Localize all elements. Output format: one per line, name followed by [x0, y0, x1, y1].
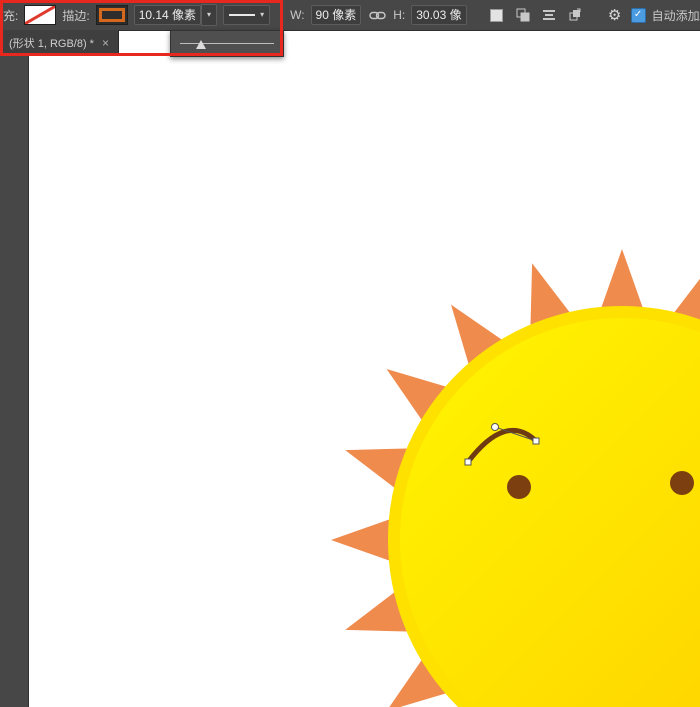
document-tab-title: (形状 1, RGB/8) * [9, 35, 94, 51]
link-dimensions-button[interactable] [367, 4, 387, 26]
shape-width-input[interactable]: 90 像素 [311, 5, 362, 25]
stroke-label: 描边: [62, 7, 89, 24]
stroke-width-slider-popup [170, 30, 284, 57]
pen-anchor-point[interactable] [465, 459, 471, 465]
sun-eye [670, 471, 694, 495]
sun-body [394, 312, 700, 707]
solid-line-sample-icon [229, 14, 255, 16]
gear-icon: ⚙ [608, 6, 621, 24]
pen-direction-handle[interactable] [492, 424, 499, 431]
canvas[interactable] [28, 56, 700, 707]
fill-label: 充: [3, 7, 18, 24]
stroke-width-dropdown-button[interactable]: ▾ [201, 4, 217, 26]
pen-anchor-point[interactable] [533, 438, 539, 444]
stroke-color-ring-icon [99, 8, 125, 22]
stroke-type-dropdown[interactable]: ▾ [223, 5, 270, 25]
shape-mode-button[interactable] [487, 4, 507, 26]
fill-color-swatch[interactable] [24, 5, 56, 25]
path-operations-button[interactable] [513, 4, 533, 26]
tools-panel-edge [0, 56, 29, 707]
path-arrangement-icon [568, 8, 582, 22]
path-alignment-button[interactable] [539, 4, 559, 26]
close-icon[interactable]: × [102, 36, 109, 50]
slider-track[interactable] [180, 43, 274, 44]
height-label: H: [393, 8, 405, 22]
link-icon [369, 10, 386, 21]
auto-add-delete-checkbox[interactable]: ✓ [631, 8, 646, 23]
slider-handle[interactable] [196, 40, 206, 49]
width-label: W: [290, 8, 304, 22]
pen-options-gear-button[interactable]: ⚙ [605, 4, 625, 26]
path-operations-icon [516, 8, 530, 22]
sun-eye [507, 475, 531, 499]
chevron-down-icon: ▾ [207, 11, 211, 19]
stroke-color-swatch[interactable] [96, 5, 128, 25]
document-tab[interactable]: (形状 1, RGB/8) * × [0, 30, 119, 56]
stroke-width-input[interactable]: 10.14 像素 [134, 5, 201, 25]
auto-add-delete-label: 自动添加/删除 [652, 7, 700, 24]
path-arrangement-button[interactable] [565, 4, 585, 26]
shape-square-icon [490, 9, 503, 22]
path-alignment-icon [542, 9, 556, 21]
no-color-diagonal-icon [24, 5, 56, 25]
photoshop-window: 充: 描边: 10.14 像素 ▾ ▾ W: 90 像素 H: 30.03 像 [0, 0, 700, 707]
shape-height-input[interactable]: 30.03 像 [411, 5, 466, 25]
options-bar: 充: 描边: 10.14 像素 ▾ ▾ W: 90 像素 H: 30.03 像 [0, 0, 700, 31]
chevron-down-icon: ▾ [260, 11, 264, 19]
checkmark-icon: ✓ [634, 10, 642, 20]
